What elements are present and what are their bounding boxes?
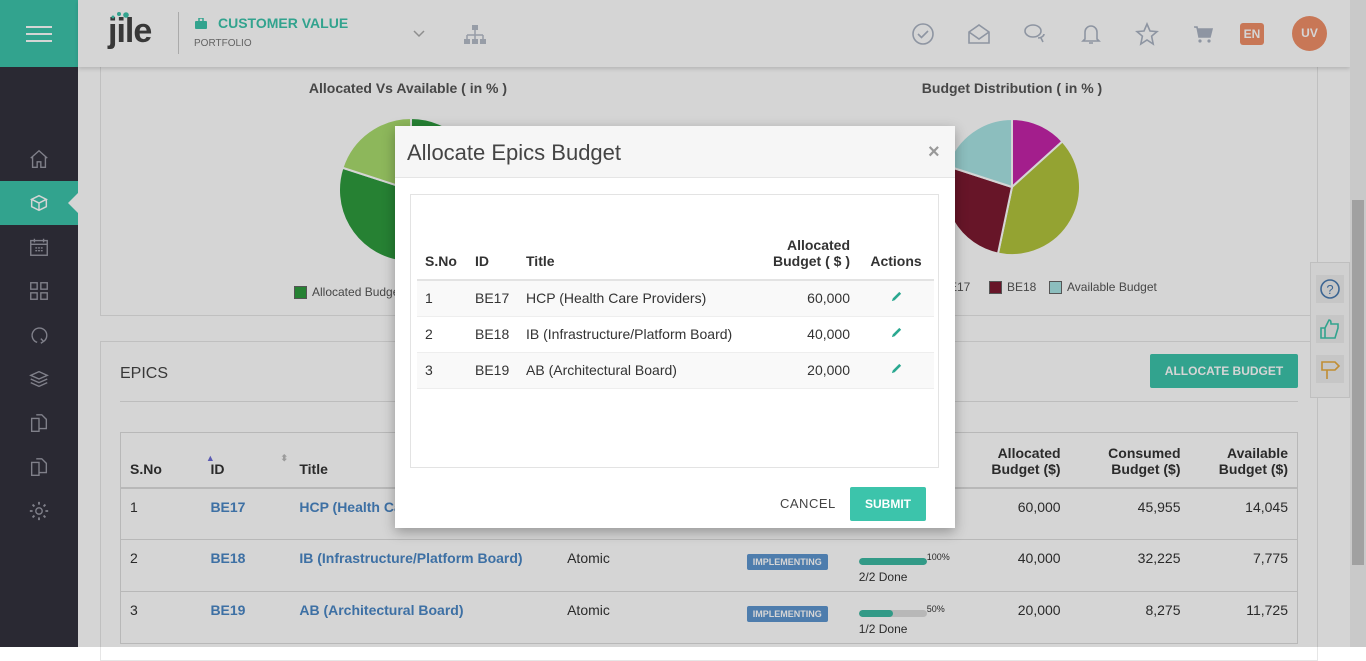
title-cell: HCP (Health Care Providers): [518, 280, 758, 317]
column-header-title: Title: [518, 195, 758, 281]
allocated-cell: 40,000: [758, 316, 858, 353]
id-cell: BE17: [467, 280, 518, 317]
allocation-table: S.No ID Title Allocated Budget ( $ ) Act…: [417, 195, 934, 389]
sno-cell: 3: [417, 352, 467, 389]
sno-cell: 2: [417, 316, 467, 353]
allocated-cell: 60,000: [758, 280, 858, 317]
cancel-button[interactable]: CANCEL: [780, 496, 836, 511]
id-cell: BE19: [467, 352, 518, 389]
allocate-epics-budget-modal: Allocate Epics Budget × S.No ID Title Al…: [395, 126, 955, 528]
modal-table-container: S.No ID Title Allocated Budget ( $ ) Act…: [410, 194, 939, 468]
title-cell: IB (Infrastructure/Platform Board): [518, 316, 758, 353]
title-cell: AB (Architectural Board): [518, 352, 758, 389]
column-header-actions: Actions: [858, 195, 934, 281]
modal-title: Allocate Epics Budget: [407, 140, 622, 165]
edit-pencil-icon[interactable]: [890, 290, 903, 303]
column-header-allocated: Allocated Budget ( $ ): [758, 195, 858, 281]
edit-pencil-icon[interactable]: [890, 362, 903, 375]
column-header-id: ID: [467, 195, 518, 281]
sno-cell: 1: [417, 280, 467, 317]
id-cell: BE18: [467, 316, 518, 353]
column-header-sno: S.No: [417, 195, 467, 281]
close-icon[interactable]: ×: [928, 141, 940, 164]
allocation-row: 1 BE17 HCP (Health Care Providers) 60,000: [417, 280, 934, 317]
allocated-cell: 20,000: [758, 352, 858, 389]
allocation-row: 2 BE18 IB (Infrastructure/Platform Board) 4…: [417, 316, 934, 353]
edit-pencil-icon[interactable]: [890, 326, 903, 339]
allocation-row: 3 BE19 AB (Architectural Board) 20,000: [417, 352, 934, 389]
submit-button[interactable]: SUBMIT: [850, 487, 926, 521]
